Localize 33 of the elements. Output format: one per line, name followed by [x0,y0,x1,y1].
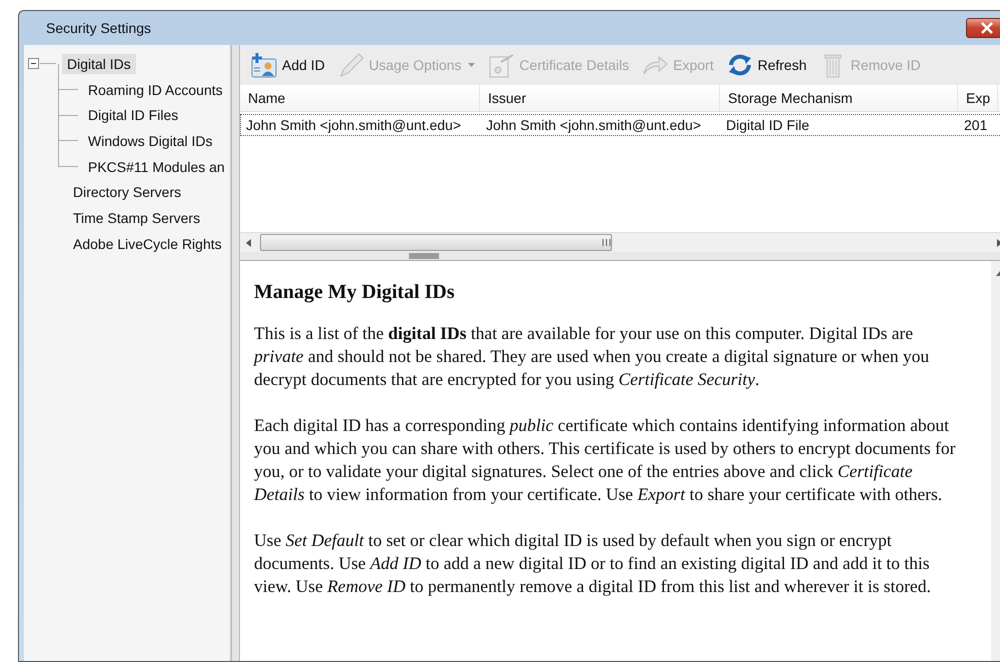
table-cell-text: John Smith <john.smith@unt.edu> [245,117,462,133]
tree-item[interactable]: Digital IDs [62,54,136,74]
table-cell-text: 201 [963,117,988,133]
horizontal-scrollbar[interactable] [240,232,1000,252]
tree-item[interactable]: Digital ID Files [83,105,184,126]
help-paragraph: This is a list of the digital IDs that are available for your use on this computer. Digital IDs are private and should not be shared. They are used when you create a digital signature or when you decrypt documents that are encrypted for you using Certificate Security. [254,322,930,391]
tree-item[interactable]: PKCS#11 Modules an [83,156,230,177]
column-header[interactable]: Exp [958,85,998,111]
tree-item[interactable]: Directory Servers [68,182,186,202]
add-contact-icon[interactable] [250,52,278,78]
column-header[interactable]: Storage Mechanism [720,85,958,111]
scrollbar-thumb[interactable] [260,234,612,251]
help-paragraph: Use Set Default to set or clear which digital ID is used by default when you sign or encrypt documents. Use Add ID to add a new digital ID or to find an existing digital ID and add it to this view. Use Remove ID to permanently remove a digital ID from this list and wherever it is stored. [254,529,932,598]
splitter-handle[interactable] [231,45,240,661]
tree-item[interactable]: Time Stamp Servers [68,208,206,228]
toolbar-button[interactable]: Refresh [722,47,811,83]
toolbar-button[interactable]: Add ID [246,47,329,83]
table-cell-text: John Smith <john.smith@unt.edu> [485,117,702,133]
window-title: Security Settings [45,20,152,36]
collapse-toggle-icon[interactable] [28,58,39,70]
close-button[interactable] [966,18,1000,38]
tree-item[interactable]: Roaming ID Accounts [83,80,228,100]
table-row[interactable]: John Smith <john.smith@unt.edu> John Smith <john.smith@unt.edu> Digital ID File 201 [240,114,1000,136]
help-heading: Manage My Digital IDs [254,281,456,304]
help-paragraph: Each digital ID has a corresponding public certificate which contains identifying information about you and which you can share with others. This certificate is used by others to encrypt documents for you, or to validate your digital signatures. Select one of the entries above and click Certificate Details to view information from your certificate. Use Export to share your certificate with others. [254,414,956,506]
column-header[interactable]: Issuer [480,85,720,111]
column-header[interactable]: Name [240,85,480,111]
close-icon[interactable] [980,22,994,34]
scroll-left-icon[interactable] [246,238,252,246]
tree-item[interactable]: Windows Digital IDs [83,130,218,151]
tree-item[interactable]: Adobe LiveCycle Rights [68,234,227,254]
table-cell-text: Digital ID File [725,117,810,133]
splitter-handle[interactable] [409,253,439,259]
